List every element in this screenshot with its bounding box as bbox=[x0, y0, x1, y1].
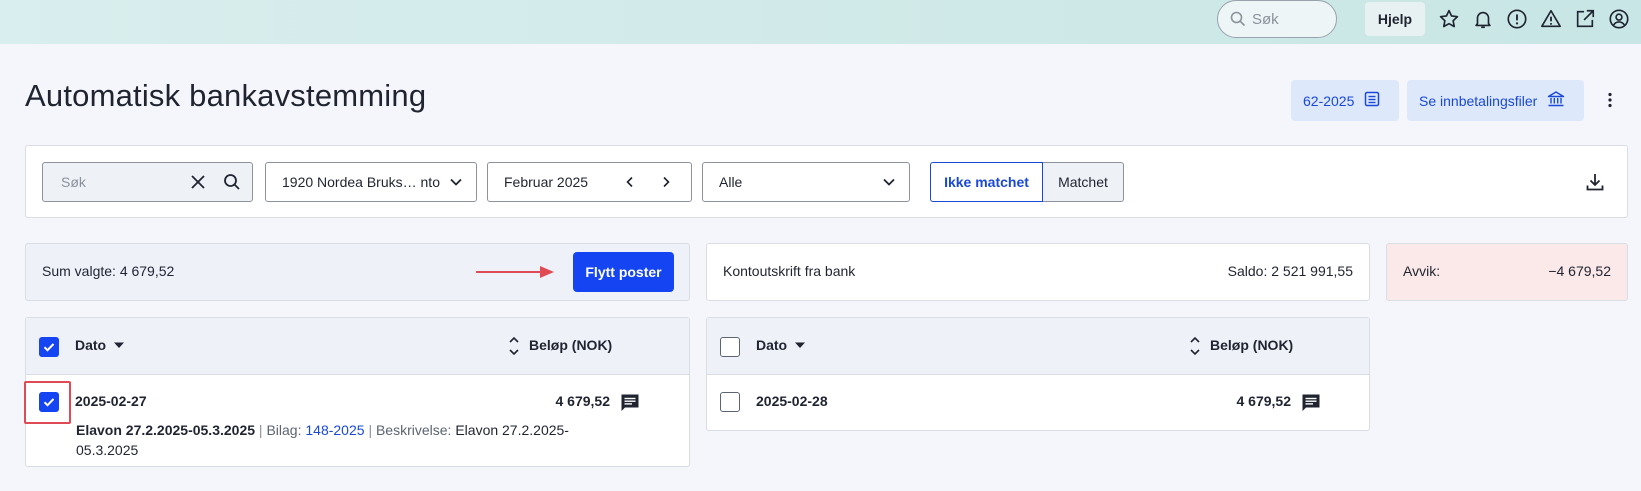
move-entries-button[interactable]: Flytt poster bbox=[573, 252, 674, 292]
bell-icon[interactable] bbox=[1470, 6, 1496, 32]
row-date: 2025-02-27 bbox=[75, 393, 147, 409]
ledger-table: Dato Beløp (NOK) 2025-02-27 4 679,52 Ela… bbox=[25, 317, 690, 467]
deviation-label: Avvik: bbox=[1403, 263, 1441, 279]
voucher-button[interactable]: 62-2025 bbox=[1291, 80, 1399, 121]
sort-icon[interactable] bbox=[508, 335, 520, 362]
download-icon[interactable] bbox=[1581, 168, 1609, 196]
period-value: Februar 2025 bbox=[504, 174, 589, 190]
global-search-input[interactable]: Søk bbox=[1217, 0, 1337, 38]
deviation-panel: Avvik: −4 679,52 bbox=[1386, 243, 1628, 301]
comment-icon[interactable] bbox=[617, 390, 643, 416]
ledger-table-header: Dato Beløp (NOK) bbox=[26, 318, 689, 375]
warning-icon[interactable] bbox=[1538, 6, 1564, 32]
date-column-header[interactable]: Dato bbox=[75, 337, 126, 353]
row-amount: 4 679,52 bbox=[555, 393, 611, 409]
arrow-right-icon bbox=[474, 262, 558, 287]
filter-panel: Søk 1920 Nordea Bruks… nto Februar 2025 … bbox=[25, 145, 1628, 218]
sort-down-icon bbox=[793, 337, 807, 353]
more-options-icon[interactable] bbox=[1598, 88, 1622, 112]
status-select-value: Alle bbox=[719, 174, 743, 190]
chevron-down-icon bbox=[881, 174, 897, 193]
row-amount: 4 679,52 bbox=[1236, 393, 1292, 409]
payment-files-button-label: Se innbetalingsfiler bbox=[1419, 92, 1538, 109]
sort-down-icon bbox=[112, 337, 126, 353]
toggle-unmatched[interactable]: Ikke matchet bbox=[930, 162, 1043, 202]
account-select[interactable]: 1920 Nordea Bruks… nto bbox=[265, 162, 477, 202]
bank-statement-panel: Kontoutskrift fra bank Saldo: 2 521 991,… bbox=[706, 243, 1370, 301]
bilag-link[interactable]: 148-2025 bbox=[305, 422, 364, 438]
account-select-value: 1920 Nordea Bruks… nto bbox=[282, 174, 440, 190]
bank-balance: Saldo: 2 521 991,55 bbox=[1227, 263, 1353, 279]
chevron-down-icon bbox=[448, 174, 464, 193]
match-toggle-group: Ikke matchet Matchet bbox=[930, 162, 1124, 202]
bank-table: Dato Beløp (NOK) 2025-02-28 4 679,52 bbox=[706, 317, 1370, 431]
select-all-checkbox[interactable] bbox=[39, 337, 59, 357]
sort-icon[interactable] bbox=[1189, 335, 1201, 362]
search-icon bbox=[1230, 11, 1246, 27]
star-icon[interactable] bbox=[1436, 6, 1462, 32]
alert-circle-icon[interactable] bbox=[1504, 6, 1530, 32]
selection-summary-panel: Sum valgte: 4 679,52 Flytt poster bbox=[25, 243, 690, 301]
chevron-left-icon[interactable] bbox=[623, 175, 637, 192]
description-label: Beskrivelse: bbox=[375, 422, 452, 438]
row-date: 2025-02-28 bbox=[756, 393, 828, 409]
help-button[interactable]: Hjelp bbox=[1365, 2, 1425, 36]
bank-table-header: Dato Beløp (NOK) bbox=[707, 318, 1369, 375]
select-all-checkbox[interactable] bbox=[720, 337, 740, 357]
chevron-right-icon[interactable] bbox=[659, 175, 673, 192]
bank-statement-label: Kontoutskrift fra bank bbox=[723, 263, 856, 279]
toggle-matched[interactable]: Matchet bbox=[1043, 162, 1124, 202]
amount-column-header[interactable]: Beløp (NOK) bbox=[529, 337, 612, 353]
date-column-label: Dato bbox=[756, 337, 788, 353]
date-column-header[interactable]: Dato bbox=[756, 337, 807, 353]
voucher-button-label: 62-2025 bbox=[1303, 92, 1355, 109]
top-bar: Søk Hjelp bbox=[0, 0, 1641, 44]
date-column-label: Dato bbox=[75, 337, 107, 353]
comment-icon[interactable] bbox=[1298, 390, 1324, 416]
row-title: Elavon 27.2.2025-05.3.2025 bbox=[76, 422, 256, 438]
user-icon[interactable] bbox=[1606, 6, 1632, 32]
global-search-placeholder: Søk bbox=[1252, 10, 1279, 28]
highlight-box bbox=[24, 381, 71, 424]
row-checkbox[interactable] bbox=[720, 392, 740, 412]
status-select[interactable]: Alle bbox=[702, 162, 910, 202]
search-input[interactable]: Søk bbox=[42, 162, 253, 202]
selected-sum-label: Sum valgte: 4 679,52 bbox=[42, 263, 175, 279]
external-link-icon[interactable] bbox=[1572, 6, 1598, 32]
payment-files-button[interactable]: Se innbetalingsfiler bbox=[1407, 80, 1584, 121]
page-title: Automatisk bankavstemming bbox=[25, 78, 427, 113]
document-list-icon bbox=[1364, 91, 1380, 110]
search-input-placeholder: Søk bbox=[61, 174, 86, 190]
bilag-label: Bilag: bbox=[266, 422, 302, 438]
bank-icon bbox=[1547, 90, 1565, 111]
deviation-value: −4 679,52 bbox=[1548, 263, 1611, 279]
period-picker[interactable]: Februar 2025 bbox=[487, 162, 692, 202]
clear-icon[interactable] bbox=[189, 173, 207, 194]
search-icon[interactable] bbox=[223, 173, 241, 194]
row-description: Elavon 27.2.2025-05.3.2025 | Bilag: 148-… bbox=[76, 422, 569, 458]
amount-column-header[interactable]: Beløp (NOK) bbox=[1210, 337, 1293, 353]
